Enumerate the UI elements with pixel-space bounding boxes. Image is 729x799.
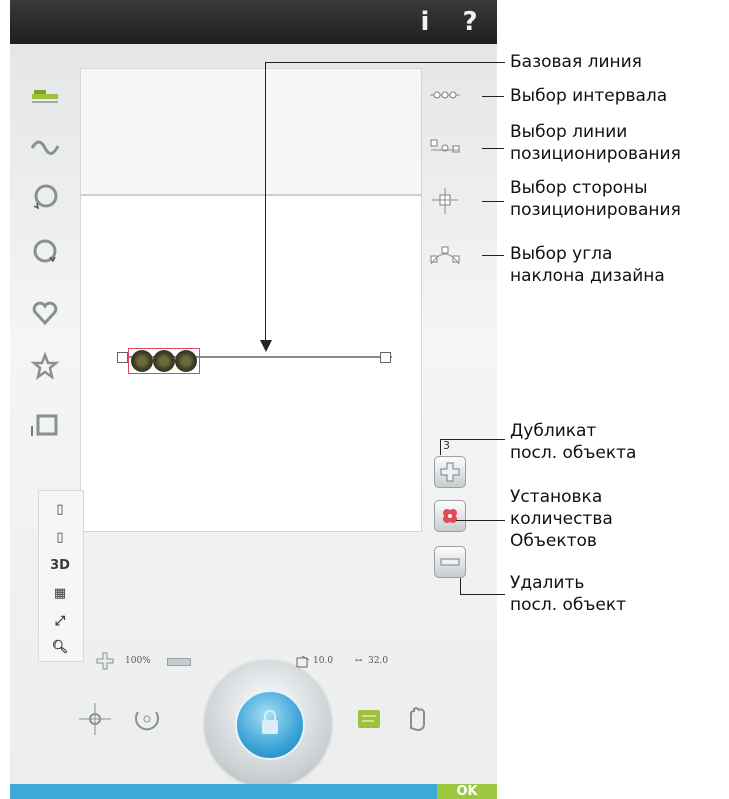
label-line: позиционирования (510, 144, 681, 164)
move-icon[interactable] (76, 700, 114, 738)
positioning-line-select-icon[interactable] (428, 132, 462, 162)
spacing-value: 32.0 (368, 656, 389, 666)
wheel-center-button[interactable] (235, 690, 305, 760)
positioning-side-select-icon[interactable] (428, 186, 462, 216)
rotate-icon[interactable] (128, 700, 166, 738)
hand-icon[interactable] (398, 700, 436, 738)
zoom-level: 100% (125, 656, 151, 666)
width-value: 10.0 (313, 656, 334, 666)
design-object[interactable] (153, 350, 175, 372)
label-line: количества (510, 509, 613, 529)
design-angle-select-icon[interactable] (428, 240, 462, 270)
label-line: Установка (510, 487, 603, 507)
label-delete-last: Удалить посл. объект (510, 572, 626, 616)
set-object-count-button[interactable] (434, 500, 466, 532)
info-button[interactable]: i (410, 6, 440, 38)
star-icon[interactable] (28, 350, 62, 384)
hoop-upper-area (81, 69, 421, 196)
object-count: 3 (443, 439, 450, 452)
label-positioning-side: Выбор стороны позиционирования (510, 177, 681, 221)
spacing-arrows-icon: ↔ (355, 656, 363, 666)
label-baseline: Базовая линия (510, 52, 642, 72)
grid-icon[interactable]: ▦ (47, 583, 73, 605)
base-line-start-handle[interactable] (117, 352, 128, 363)
callout-arrow-icon (260, 340, 272, 352)
fullscreen-icon[interactable]: ⤢ (47, 611, 73, 633)
label-line: Дубликат (510, 421, 597, 441)
delete-last-object-button[interactable] (434, 546, 466, 578)
label-line: наклона дизайна (510, 266, 665, 286)
heart-icon[interactable] (28, 296, 62, 330)
duplicate-last-object-button[interactable] (434, 456, 466, 488)
label-duplicate-last: Дубликат посл. объекта (510, 420, 636, 464)
label-line: Выбор угла (510, 244, 613, 264)
circle-counterclockwise-icon[interactable] (28, 234, 62, 268)
three-d-toggle[interactable]: 3D (47, 555, 73, 577)
callout-line-delete-vertical (460, 578, 461, 594)
view-tools-panel: ▯ ▯ 3D ▦ ⤢ 🔍︎ (38, 490, 84, 662)
design-object[interactable] (131, 350, 153, 372)
baseline-tool-icon[interactable] (28, 78, 62, 112)
callout-line-duplicate (440, 439, 505, 440)
square-icon[interactable] (28, 408, 62, 442)
label-design-angle: Выбор угла наклона дизайна (510, 243, 665, 287)
page-outline-icon[interactable]: ▯ (47, 527, 73, 549)
embroidery-screen: i ? ▯ ▯ 3D ▦ ⤢ 🔍︎ 100% 10.0 ↔ 32.0 3 OK (10, 0, 497, 799)
design-view-icon[interactable] (350, 700, 388, 738)
callout-line-angle (482, 255, 504, 256)
spacing-select-icon[interactable] (428, 80, 462, 110)
base-line-end-handle[interactable] (380, 352, 391, 363)
callout-line-spacing (482, 96, 504, 97)
label-positioning-line: Выбор линии позиционирования (510, 121, 681, 165)
design-object[interactable] (175, 350, 197, 372)
callout-line-duplicate-vertical (440, 439, 441, 455)
callout-line-delete (460, 594, 505, 595)
bottom-bar (10, 784, 497, 799)
zoom-out-icon[interactable] (167, 658, 191, 666)
label-line: позиционирования (510, 200, 681, 220)
label-set-count: Установка количества Объектов (510, 486, 613, 552)
callout-line-positioning-line (482, 148, 504, 149)
control-wheel[interactable] (205, 660, 331, 786)
label-spacing: Выбор интервала (510, 86, 668, 106)
label-line: посл. объекта (510, 443, 637, 463)
circle-clockwise-icon[interactable] (28, 180, 62, 214)
ok-button[interactable]: OK (437, 784, 497, 799)
label-line: Выбор линии (510, 122, 628, 142)
page-view-icon[interactable]: ▯ (47, 499, 73, 521)
callout-line-count (456, 520, 505, 521)
width-icon (296, 653, 310, 668)
callout-line-baseline-vertical (265, 62, 266, 344)
label-line: посл. объект (510, 595, 627, 615)
label-line: Удалить (510, 573, 585, 593)
callout-line-positioning-side (482, 201, 504, 202)
label-line: Выбор стороны (510, 178, 648, 198)
callout-line-baseline (265, 62, 505, 63)
wave-curve-icon[interactable] (28, 128, 62, 162)
help-button[interactable]: ? (455, 6, 485, 38)
zoom-in-icon[interactable] (95, 651, 115, 671)
selected-designs[interactable] (128, 348, 200, 374)
label-line: Объектов (510, 531, 597, 551)
zoom-icon[interactable]: 🔍︎ (47, 637, 73, 659)
top-bar: i ? (10, 0, 497, 44)
hoop-work-area[interactable] (80, 68, 422, 532)
